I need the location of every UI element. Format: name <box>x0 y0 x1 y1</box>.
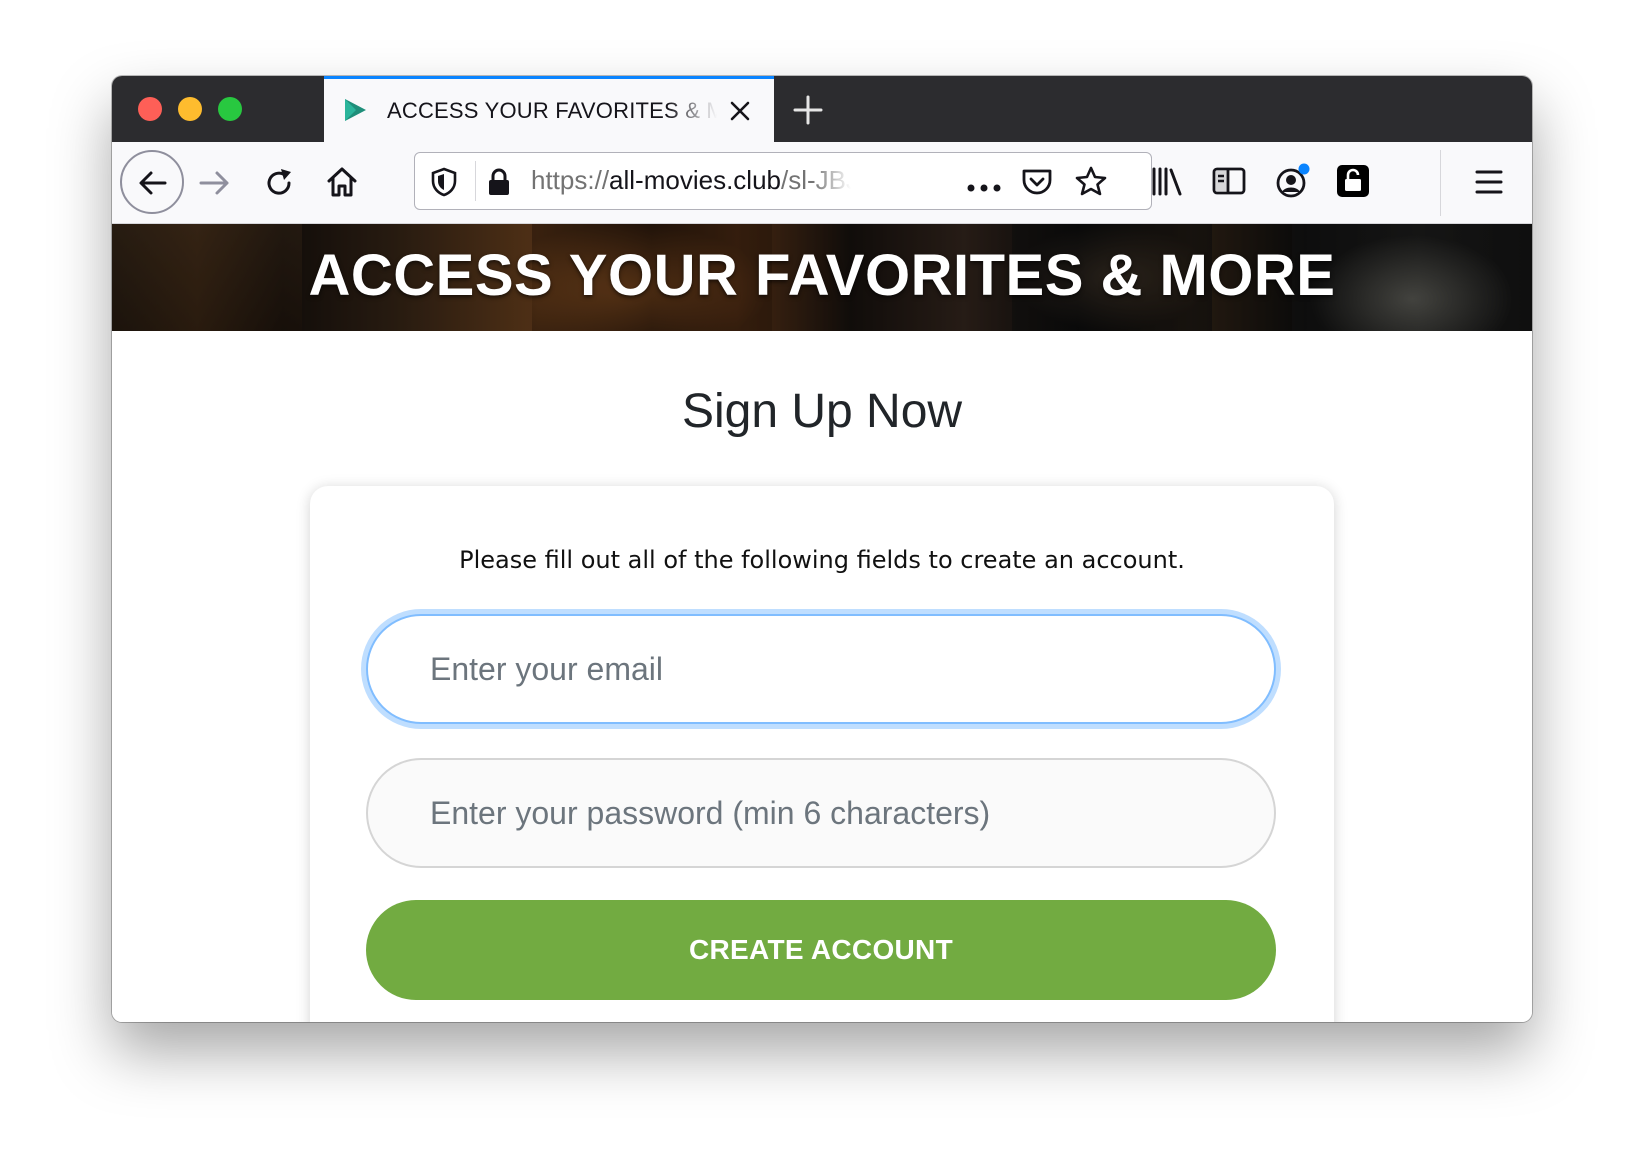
minimize-window-button[interactable] <box>178 97 202 121</box>
hamburger-menu-icon[interactable] <box>1474 168 1504 201</box>
home-icon[interactable] <box>324 164 360 205</box>
create-account-button[interactable]: CREATE ACCOUNT <box>366 900 1276 1000</box>
password-field[interactable] <box>366 758 1276 868</box>
pocket-icon[interactable] <box>1021 167 1053 202</box>
forward-arrow-icon[interactable] <box>198 168 232 203</box>
shield-icon[interactable] <box>431 167 457 202</box>
browser-window: ACCESS YOUR FAVORITES & MORE <box>112 76 1532 1022</box>
play-triangle-icon <box>342 97 368 123</box>
form-instructions: Please fill out all of the following fie… <box>459 546 1185 574</box>
bookmark-star-icon[interactable] <box>1075 165 1107 202</box>
tab-title: ACCESS YOUR FAVORITES & MORE <box>387 98 717 123</box>
url-separator <box>475 161 476 201</box>
tab-active[interactable]: ACCESS YOUR FAVORITES & MORE <box>324 76 774 142</box>
toolbar-divider <box>1440 150 1441 216</box>
close-tab-icon[interactable] <box>728 99 752 123</box>
new-tab-icon[interactable] <box>792 94 824 126</box>
extension-lock-icon[interactable] <box>1336 164 1370 203</box>
zoom-window-button[interactable] <box>218 97 242 121</box>
nav-toolbar: https://all-movies.club/sl-JBJHH-2 <box>112 142 1532 224</box>
signup-card: Please fill out all of the following fie… <box>310 486 1334 1022</box>
lock-icon[interactable] <box>487 167 511 202</box>
reload-icon[interactable] <box>262 166 296 205</box>
back-arrow-icon <box>139 171 167 195</box>
close-window-button[interactable] <box>138 97 162 121</box>
sidebar-icon[interactable] <box>1212 166 1246 201</box>
page-title: Sign Up Now <box>681 385 963 438</box>
url-text[interactable]: https://all-movies.club/sl-JBJHH-2 <box>531 165 851 196</box>
library-icon[interactable] <box>1150 164 1184 203</box>
back-button[interactable] <box>120 150 184 214</box>
banner-title: ACCESS YOUR FAVORITES & MORE <box>308 243 1336 308</box>
account-icon[interactable] <box>1274 162 1312 205</box>
tab-bar: ACCESS YOUR FAVORITES & MORE <box>112 76 1532 142</box>
page-actions-icon[interactable] <box>967 179 1001 197</box>
email-field[interactable] <box>366 614 1276 724</box>
page-content: ACCESS YOUR FAVORITES & MORE Sign Up Now… <box>112 224 1532 1022</box>
url-bar[interactable]: https://all-movies.club/sl-JBJHH-2 <box>414 152 1152 210</box>
hero-banner: ACCESS YOUR FAVORITES & MORE <box>112 224 1532 331</box>
